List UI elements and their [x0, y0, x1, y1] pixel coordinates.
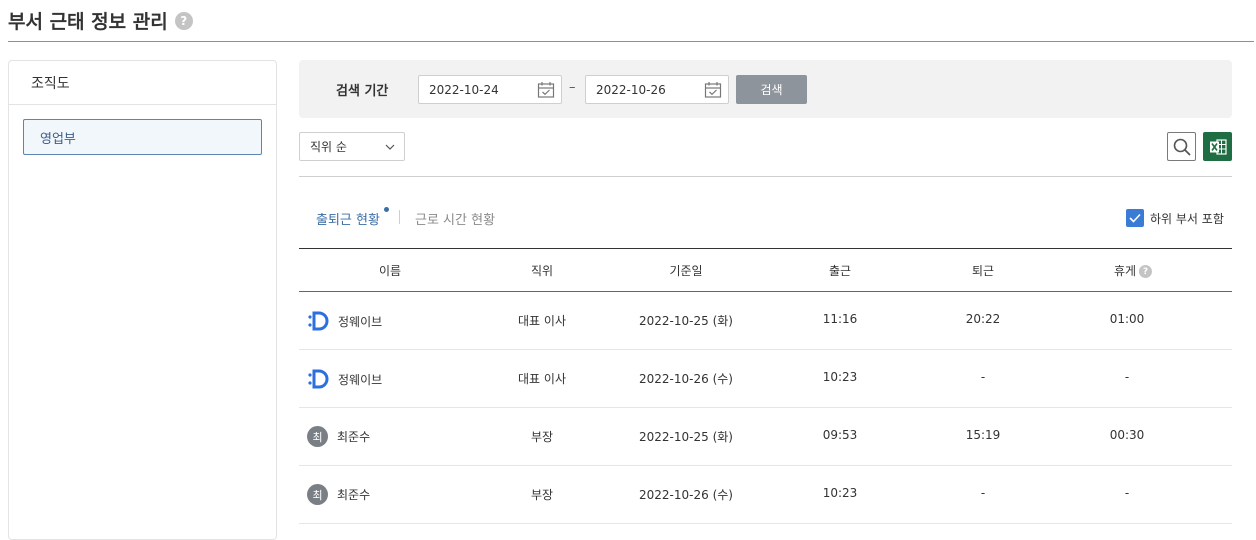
row-break: 01:00 [1109, 312, 1145, 326]
table-row[interactable]: 최 최준수 부장 2022-10-26 (수) 10:23 - - [299, 466, 1232, 524]
row-position: 대표 이사 [518, 372, 566, 386]
include-sub-label: 하위 부서 포함 [1150, 211, 1224, 226]
excel-icon [1209, 138, 1227, 155]
checkbox-checked-icon[interactable] [1126, 209, 1144, 227]
tab-attendance[interactable]: 출퇴근 현황 [316, 207, 389, 228]
help-icon[interactable]: ? [174, 11, 193, 30]
org-chart-panel: 조직도 영업부 [8, 60, 277, 540]
row-break: - [1124, 486, 1130, 500]
row-break: 00:30 [1109, 428, 1145, 442]
excel-export-button[interactable] [1203, 132, 1232, 161]
row-position: 부장 [530, 488, 554, 502]
row-date: 2022-10-25 (화) [639, 314, 733, 328]
avatar: 최 [307, 426, 328, 447]
magnifier-icon [1173, 138, 1191, 156]
table-row[interactable]: 정웨이브 대표 이사 2022-10-25 (화) 11:16 20:22 01… [299, 292, 1232, 350]
break-help-icon[interactable]: ? [1139, 265, 1153, 278]
calendar-icon[interactable] [537, 81, 555, 99]
row-name: 최준수 [337, 430, 371, 444]
search-period-label: 검색 기간 [336, 84, 389, 99]
header-position: 직위 [530, 264, 554, 278]
search-bar: 검색 기간 2022-10-24 – 2022-10-26 검색 [299, 60, 1232, 118]
table-row[interactable]: 최 최준수 부장 2022-10-25 (화) 09:53 15:19 00:3… [299, 408, 1232, 466]
chevron-down-icon [385, 144, 395, 150]
sort-select[interactable]: 직위 순 [299, 132, 405, 161]
dwave-avatar-icon [308, 369, 329, 389]
attendance-table: 이름 직위 기준일 출근 퇴근 휴게? 정웨이브 대표 이사 2022-10-2… [299, 248, 1232, 524]
row-date: 2022-10-26 (수) [639, 488, 733, 502]
row-checkout: - [980, 486, 986, 500]
include-sub-checkbox[interactable]: 하위 부서 포함 [1126, 209, 1224, 227]
row-name: 정웨이브 [338, 314, 383, 329]
row-name: 정웨이브 [338, 372, 383, 387]
page-title-text: 부서 근태 정보 관리 [8, 11, 168, 33]
tab-divider [399, 210, 400, 224]
row-checkin: 09:53 [822, 428, 858, 442]
toolbar-divider [299, 176, 1232, 177]
row-position: 대표 이사 [518, 314, 566, 328]
row-position: 부장 [530, 430, 554, 444]
name-cell: 최 최준수 [307, 484, 370, 505]
row-checkin: 11:16 [822, 312, 858, 326]
header-break: 휴게? [1113, 262, 1153, 279]
row-checkin: 10:23 [822, 486, 858, 500]
dwave-avatar-icon [308, 311, 329, 331]
table-row[interactable]: 정웨이브 대표 이사 2022-10-26 (수) 10:23 - - [299, 350, 1232, 408]
table-header: 이름 직위 기준일 출근 퇴근 휴게? [299, 248, 1232, 292]
header-date: 기준일 [669, 264, 703, 278]
header-checkout: 퇴근 [971, 264, 995, 278]
row-break: - [1124, 370, 1130, 384]
row-name: 최준수 [337, 488, 371, 502]
page-title: 부서 근태 정보 관리 ? [8, 7, 193, 34]
row-checkin: 10:23 [822, 370, 858, 384]
row-date: 2022-10-26 (수) [639, 372, 733, 386]
start-date-value: 2022-10-24 [429, 82, 499, 97]
search-tool-button[interactable] [1167, 132, 1196, 161]
header-checkin: 출근 [828, 264, 852, 278]
name-cell: 최 최준수 [307, 426, 370, 447]
sort-select-value: 직위 순 [310, 140, 347, 154]
row-checkout: 20:22 [965, 312, 1001, 326]
org-item-sales[interactable]: 영업부 [23, 119, 262, 155]
title-divider [8, 41, 1254, 42]
header-name: 이름 [378, 264, 402, 278]
name-cell: 정웨이브 [307, 368, 382, 390]
start-date-input[interactable]: 2022-10-24 [418, 75, 562, 104]
search-button[interactable]: 검색 [736, 75, 807, 104]
calendar-icon[interactable] [704, 81, 722, 99]
tab-work-hours[interactable]: 근로 시간 현황 [415, 209, 495, 228]
end-date-input[interactable]: 2022-10-26 [585, 75, 729, 104]
date-separator: – [569, 80, 576, 95]
row-date: 2022-10-25 (화) [639, 430, 733, 444]
new-dot-indicator [384, 207, 389, 212]
end-date-value: 2022-10-26 [596, 82, 666, 97]
row-checkout: - [980, 370, 986, 384]
name-cell: 정웨이브 [307, 310, 382, 332]
tab-attendance-label: 출퇴근 현황 [316, 213, 380, 228]
org-chart-header: 조직도 [9, 61, 276, 105]
avatar: 최 [307, 484, 328, 505]
header-break-label: 휴게 [1113, 264, 1137, 278]
row-checkout: 15:19 [965, 428, 1001, 442]
